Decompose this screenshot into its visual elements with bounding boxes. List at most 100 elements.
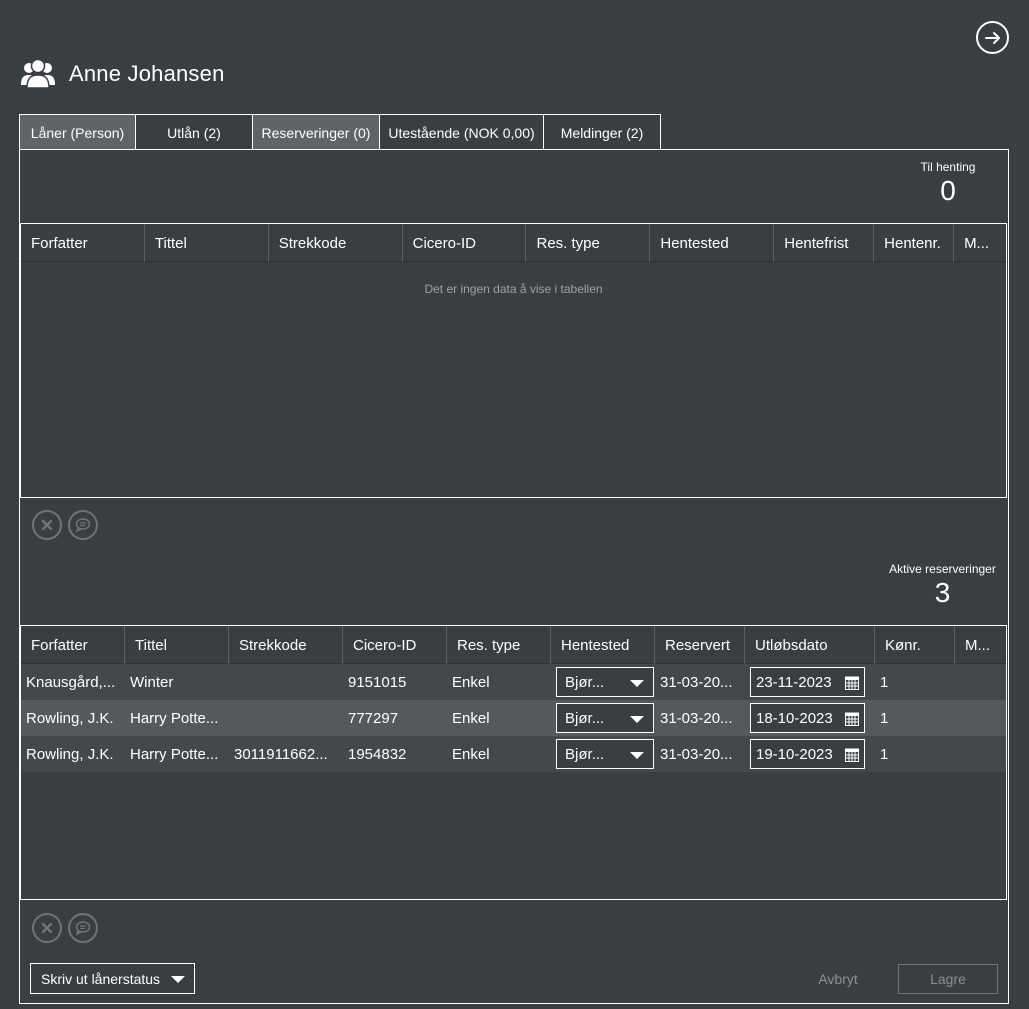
cancel-button[interactable]: Avbryt (798, 964, 878, 994)
table-row[interactable]: Knausgård,... Winter 9151015 Enkel Bjør.… (21, 664, 1006, 700)
tab-messages[interactable]: Meldinger (2) (544, 114, 661, 150)
cell-expiry-date: 18-10-2023 (745, 700, 875, 736)
expiry-date-value: 23-11-2023 (756, 673, 832, 691)
active-table-header: Forfatter Tittel Strekkode Cicero-ID Res… (21, 626, 1006, 664)
close-icon (41, 922, 53, 934)
pickup-counter-value: 0 (940, 175, 956, 206)
col-res-type[interactable]: Res. type (447, 626, 551, 664)
cell-title: Harry Potte... (130, 745, 219, 763)
expiry-date-field[interactable]: 19-10-2023 (750, 739, 865, 769)
pickup-location-select[interactable]: Bjør... (556, 739, 654, 769)
tab-reservations[interactable]: Reserveringer (0) (253, 114, 380, 150)
col-pickup-location[interactable]: Hentested (650, 224, 775, 262)
calendar-icon[interactable] (845, 748, 859, 762)
pickup-location-value: Bjør... (565, 673, 605, 691)
cell-expiry-date: 19-10-2023 (745, 736, 875, 772)
col-author[interactable]: Forfatter (21, 224, 145, 262)
speech-bubble-icon (75, 518, 91, 533)
save-button[interactable]: Lagre (898, 964, 998, 994)
cell-more (955, 736, 1006, 772)
col-barcode[interactable]: Strekkode (269, 224, 403, 262)
expiry-date-field[interactable]: 18-10-2023 (750, 703, 865, 733)
cell-title: Harry Potte... (130, 709, 219, 727)
users-icon (21, 58, 55, 89)
cell-expiry-date: 23-11-2023 (745, 664, 875, 700)
col-cicero-id[interactable]: Cicero-ID (343, 626, 447, 664)
col-res-type[interactable]: Res. type (526, 224, 651, 262)
cell-res-type: Enkel (452, 709, 490, 727)
cell-cicero-id: 9151015 (348, 673, 407, 691)
cell-queue-number: 1 (880, 745, 889, 763)
active-counter-value: 3 (934, 577, 951, 608)
col-title[interactable]: Tittel (125, 626, 229, 664)
cell-barcode (229, 700, 343, 736)
tab-outstanding[interactable]: Utestående (NOK 0,00) (380, 114, 544, 150)
cell-queue-number: 1 (880, 673, 889, 691)
cell-reserved: 31-03-20... (660, 673, 733, 691)
cell-author: Rowling, J.K. (26, 745, 114, 763)
calendar-icon[interactable] (845, 676, 859, 690)
pickup-location-value: Bjør... (565, 709, 605, 727)
active-counter-label: Aktive reserveringer (889, 562, 996, 576)
cell-res-type: Enkel (452, 745, 490, 763)
exit-button[interactable] (976, 21, 1009, 54)
active-counter: Aktive reserveringer 3 (880, 562, 1005, 609)
tab-bar: Låner (Person) Utlån (2) Reserveringer (… (19, 114, 661, 150)
cell-author: Rowling, J.K. (26, 709, 114, 727)
message-pickup-button[interactable] (68, 510, 98, 540)
cell-res-type: Enkel (452, 673, 490, 691)
col-queue-number[interactable]: Kønr. (875, 626, 955, 664)
col-more[interactable]: M... (954, 224, 1006, 262)
calendar-icon[interactable] (845, 712, 859, 726)
pickup-table-header: Forfatter Tittel Strekkode Cicero-ID Res… (21, 224, 1006, 262)
cell-pickup-location: Bjør... (551, 700, 655, 736)
expiry-date-value: 18-10-2023 (756, 709, 833, 727)
chevron-down-icon (630, 716, 644, 723)
pickup-table: Forfatter Tittel Strekkode Cicero-ID Res… (20, 223, 1007, 498)
col-pickup-number[interactable]: Hentenr. (874, 224, 955, 262)
pickup-location-value: Bjør... (565, 745, 605, 763)
col-author[interactable]: Forfatter (21, 626, 125, 664)
col-reserved[interactable]: Reservert (655, 626, 745, 664)
print-status-label: Skriv ut lånerstatus (41, 970, 161, 987)
empty-table-message: Det er ingen data å vise i tabellen (424, 282, 603, 296)
active-reservations-table: Forfatter Tittel Strekkode Cicero-ID Res… (20, 625, 1007, 900)
chevron-down-icon (171, 976, 185, 983)
cell-queue-number: 1 (880, 709, 889, 727)
cell-more (955, 700, 1006, 736)
col-expiry-date[interactable]: Utløbsdato (745, 626, 875, 664)
col-title[interactable]: Tittel (145, 224, 269, 262)
pickup-location-select[interactable]: Bjør... (556, 703, 654, 733)
table-row[interactable]: Rowling, J.K. Harry Potte... 777297 Enke… (21, 700, 1006, 736)
patron-header: Anne Johansen (20, 56, 225, 92)
col-pickup-location[interactable]: Hentested (551, 626, 655, 664)
table-row[interactable]: Rowling, J.K. Harry Potte... 3011911662.… (21, 736, 1006, 772)
cell-cicero-id: 1954832 (348, 745, 407, 763)
pickup-counter-label: Til henting (920, 160, 976, 174)
cell-cicero-id: 777297 (348, 709, 399, 727)
cancel-pickup-reservation-button[interactable] (32, 510, 62, 540)
pickup-counter: Til henting 0 (910, 160, 986, 207)
arrow-right-icon (984, 31, 1000, 44)
cell-reserved: 31-03-20... (660, 745, 733, 763)
cell-barcode (229, 664, 343, 700)
message-active-button[interactable] (68, 913, 98, 943)
cell-author: Knausgård,... (26, 673, 116, 691)
cell-reserved: 31-03-20... (660, 709, 733, 727)
cell-more (955, 664, 1006, 700)
tab-patron[interactable]: Låner (Person) (19, 114, 136, 150)
cell-pickup-location: Bjør... (551, 736, 655, 772)
cell-title: Winter (130, 673, 174, 691)
expiry-date-field[interactable]: 23-11-2023 (750, 667, 865, 697)
pickup-location-select[interactable]: Bjør... (556, 667, 654, 697)
col-more[interactable]: M... (955, 626, 1006, 664)
cell-pickup-location: Bjør... (551, 664, 655, 700)
col-barcode[interactable]: Strekkode (229, 626, 343, 664)
col-pickup-deadline[interactable]: Hentefrist (774, 224, 875, 262)
tab-loans[interactable]: Utlån (2) (136, 114, 253, 150)
speech-bubble-icon (75, 921, 91, 936)
chevron-down-icon (630, 680, 644, 687)
print-status-dropdown[interactable]: Skriv ut lånerstatus (30, 963, 195, 994)
col-cicero-id[interactable]: Cicero-ID (403, 224, 527, 262)
cancel-active-reservation-button[interactable] (32, 913, 62, 943)
